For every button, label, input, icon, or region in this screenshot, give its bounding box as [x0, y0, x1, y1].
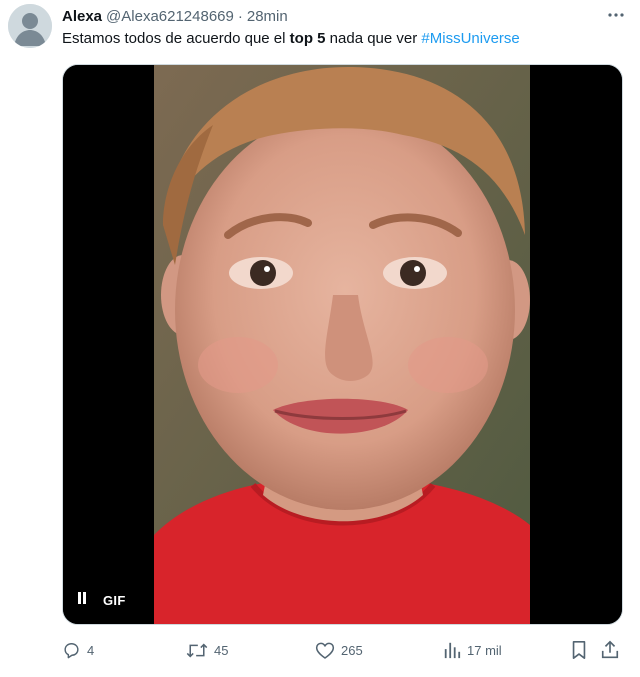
tweet-text-part: nada que ver: [325, 30, 422, 47]
reply-icon: [64, 642, 79, 658]
like-button[interactable]: 265: [315, 641, 363, 660]
display-name[interactable]: Alexa: [62, 8, 102, 25]
more-options-button[interactable]: [604, 3, 628, 27]
retweet-count: 45: [214, 642, 229, 658]
gif-badge: GIF: [103, 592, 126, 608]
tweet-text-part: Estamos todos de acuerdo que el: [62, 30, 290, 47]
default-avatar-icon: [8, 4, 52, 48]
share-button[interactable]: [600, 640, 626, 660]
pause-icon: [78, 592, 86, 604]
share-icon: [601, 640, 619, 659]
bookmark-icon: [572, 641, 586, 659]
tweet-text: Estamos todos de acuerdo que el top 5 na…: [62, 29, 628, 49]
gif-media[interactable]: GIF: [62, 64, 623, 625]
like-icon: [315, 642, 335, 659]
reply-count: 4: [87, 642, 95, 658]
pause-button[interactable]: [77, 592, 93, 608]
views-icon: [444, 642, 461, 659]
separator-dot: ·: [237, 7, 243, 25]
views-count: 17 mil: [467, 642, 502, 658]
like-count: 265: [341, 642, 363, 658]
avatar[interactable]: [8, 4, 52, 48]
bookmark-button[interactable]: [570, 640, 594, 660]
retweet-button[interactable]: 45: [186, 641, 228, 660]
hashtag-link[interactable]: #MissUniverse: [421, 30, 519, 47]
retweet-icon: [186, 642, 208, 658]
gif-frame-image: [63, 65, 622, 624]
views-button[interactable]: 17 mil: [443, 641, 502, 659]
reply-button[interactable]: 4: [62, 641, 94, 660]
user-handle[interactable]: @Alexa621248669: [106, 8, 234, 25]
tweet-header: Alexa @Alexa621248669 · 28min: [62, 5, 628, 27]
timestamp[interactable]: 28min: [247, 8, 288, 25]
more-icon: [608, 13, 624, 17]
gif-controls: GIF: [77, 592, 126, 608]
tweet-actions: 4 45 265 17 mil: [62, 638, 624, 662]
tweet-text-bold: top 5: [289, 30, 326, 47]
